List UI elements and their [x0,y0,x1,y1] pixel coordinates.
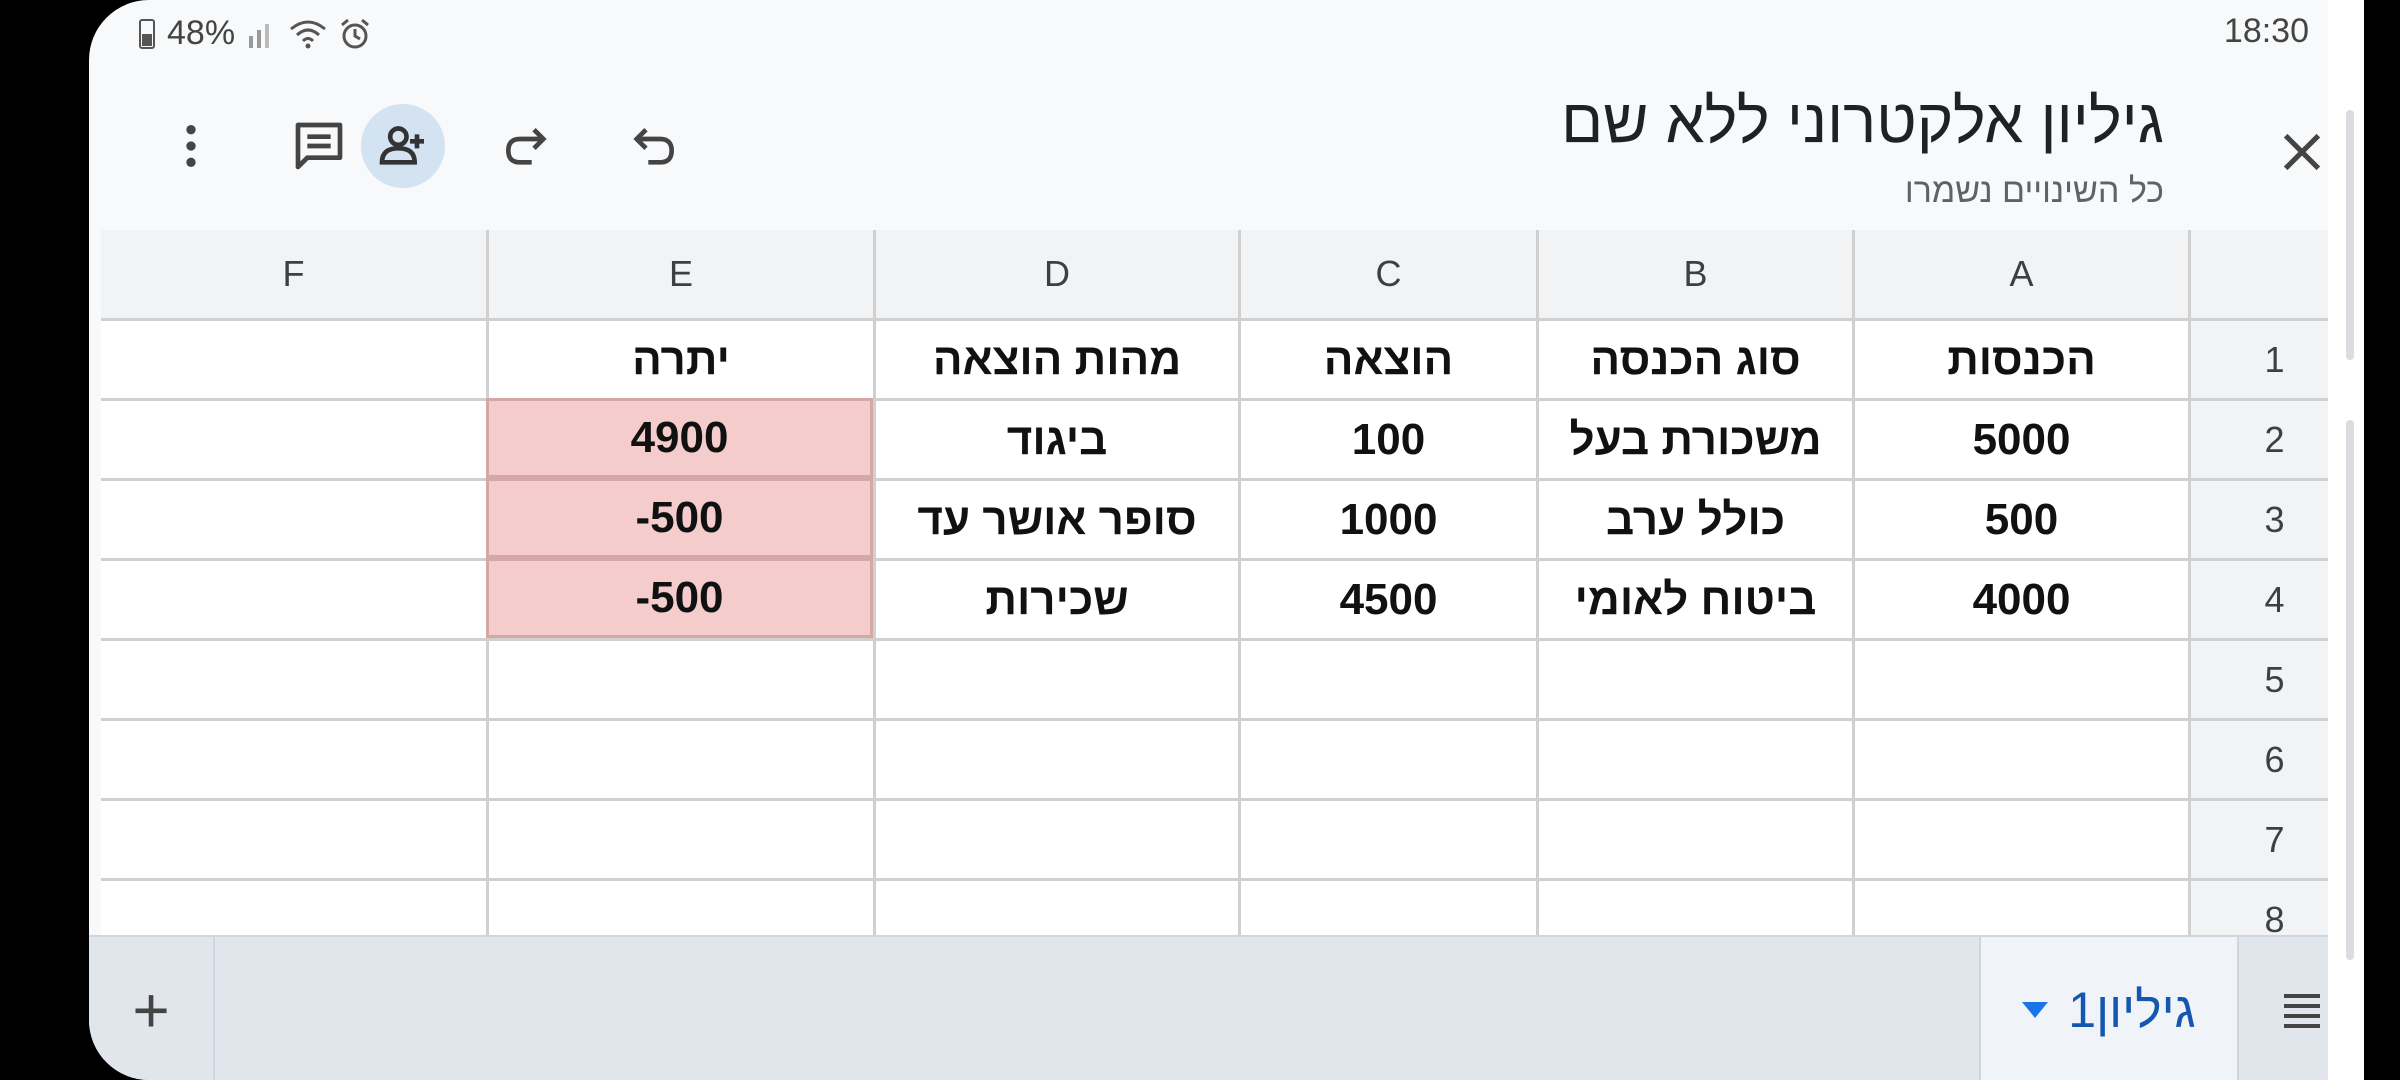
status-icons: 48% [139,14,371,53]
scrollbar-thumb[interactable] [2346,420,2354,960]
comment-button[interactable] [277,104,361,188]
status-bar: 48% 18:30 [89,0,2364,60]
cell-C1[interactable]: הוצאה [1238,318,1536,398]
document-title[interactable]: גיליון אלקטרוני ללא שם [1561,86,2164,157]
cell-C8[interactable] [1238,878,1536,935]
more-vert-icon [186,125,196,167]
battery-percent: 48% [167,14,236,52]
app-bar: גיליון אלקטרוני ללא שם כל השינויים נשמרו [89,60,2364,230]
cell-A3[interactable]: 500 [1852,478,2188,558]
cell-D7[interactable] [873,798,1238,878]
cell-B8[interactable] [1536,878,1852,935]
comment-icon [295,122,343,170]
redo-button[interactable] [485,104,569,188]
cell-D4[interactable]: שכירות [873,558,1238,638]
column-header-D[interactable]: D [873,230,1238,318]
cell-F1[interactable] [101,318,486,398]
more-options-button[interactable] [149,104,233,188]
cell-A8[interactable] [1852,878,2188,935]
wifi-icon [290,20,327,48]
column-header-E[interactable]: E [486,230,873,318]
cell-A2[interactable]: 5000 [1852,398,2188,478]
cell-F7[interactable] [101,798,486,878]
cell-D6[interactable] [873,718,1238,798]
column-header-A[interactable]: A [1852,230,2188,318]
cell-E7[interactable] [486,798,873,878]
cell-B4[interactable]: ביטוח לאומי [1536,558,1852,638]
cell-A6[interactable] [1852,718,2188,798]
cell-B1[interactable]: סוג הכנסה [1536,318,1852,398]
cell-D5[interactable] [873,638,1238,718]
sheet-tab[interactable]: גיליון1 [1979,937,2239,1080]
cell-D2[interactable]: ביגוד [873,398,1238,478]
close-icon [2283,133,2321,171]
clock: 18:30 [2223,12,2309,50]
cell-E8[interactable] [486,878,873,935]
cell-C5[interactable] [1238,638,1536,718]
undo-icon [633,128,675,165]
sheet-bar: + גיליון1 [89,935,2364,1080]
share-button[interactable] [361,104,445,188]
spreadsheet-grid[interactable]: F E D C B A 1 2 3 4 5 6 7 8 יתרה מהות הו… [101,230,2364,935]
cell-D3[interactable]: סופר אושר עד [873,478,1238,558]
column-header-C[interactable]: C [1238,230,1536,318]
cell-E1[interactable]: יתרה [486,318,873,398]
cell-B3[interactable]: כולל ערב [1536,478,1852,558]
redo-icon [505,128,547,165]
cell-E3[interactable]: -500 [486,478,873,558]
column-header-B[interactable]: B [1536,230,1852,318]
scrollbar-area [2328,0,2364,1080]
cell-F2[interactable] [101,398,486,478]
sheets-list-icon [2283,993,2320,1028]
cell-F4[interactable] [101,558,486,638]
cell-A7[interactable] [1852,798,2188,878]
add-sheet-button[interactable]: + [89,937,215,1080]
cell-B2[interactable]: משכורת בעל [1536,398,1852,478]
alarm-icon [341,18,370,48]
cell-C3[interactable]: 1000 [1238,478,1536,558]
sheet-tab-label: גיליון1 [2068,981,2196,1038]
cell-C2[interactable]: 100 [1238,398,1536,478]
dropdown-icon [2022,1001,2049,1018]
cell-D1[interactable]: מהות הוצאה [873,318,1238,398]
cell-F8[interactable] [101,878,486,935]
cell-A1[interactable]: הכנסות [1852,318,2188,398]
cell-E6[interactable] [486,718,873,798]
add-person-icon [379,126,424,165]
scrollbar-thumb-top[interactable] [2346,110,2354,360]
signal-icon [249,23,270,48]
battery-icon [139,18,155,49]
cell-E4[interactable]: -500 [486,558,873,638]
cell-B6[interactable] [1536,718,1852,798]
undo-button[interactable] [611,104,695,188]
save-status: כל השינויים נשמרו [1904,172,2164,210]
cell-C7[interactable] [1238,798,1536,878]
cell-A5[interactable] [1852,638,2188,718]
cell-E5[interactable] [486,638,873,718]
cell-B5[interactable] [1536,638,1852,718]
cell-F3[interactable] [101,478,486,558]
cell-C6[interactable] [1238,718,1536,798]
cell-C4[interactable]: 4500 [1238,558,1536,638]
app-window: 48% 18:30 גיליון אלקטרוני ללא שם כל השינ… [89,0,2364,1080]
cell-E2[interactable]: 4900 [486,398,873,478]
cell-A4[interactable]: 4000 [1852,558,2188,638]
cell-F5[interactable] [101,638,486,718]
cell-B7[interactable] [1536,798,1852,878]
cell-F6[interactable] [101,718,486,798]
column-header-F[interactable]: F [101,230,486,318]
cell-D8[interactable] [873,878,1238,935]
